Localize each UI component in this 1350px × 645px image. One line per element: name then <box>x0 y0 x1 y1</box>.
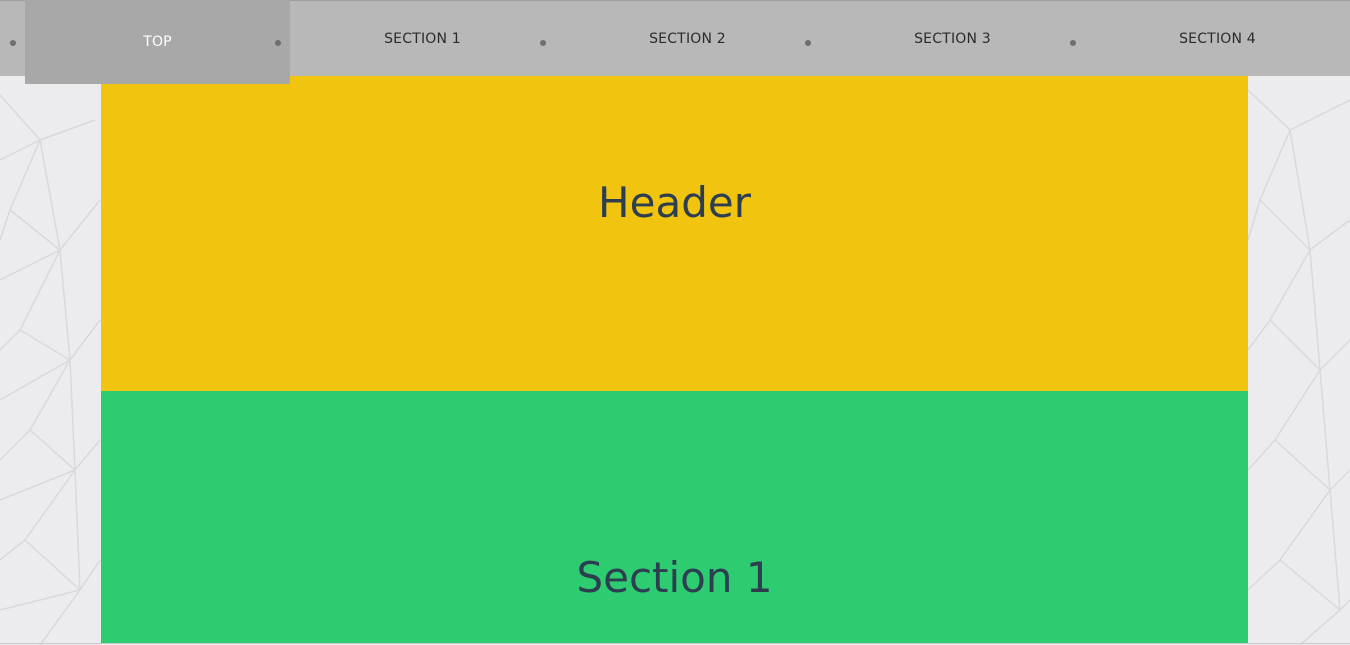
nav-item-top[interactable]: TOP <box>25 0 290 84</box>
nav-item-section-1[interactable]: SECTION 1 <box>290 1 555 77</box>
top-navigation-bar: TOP SECTION 1 SECTION 2 SECTION 3 SECTIO… <box>0 0 1350 84</box>
nav-dot-icon <box>540 40 546 46</box>
nav-item-section-2[interactable]: SECTION 2 <box>555 1 820 77</box>
nav-item-section-3[interactable]: SECTION 3 <box>820 1 1085 77</box>
nav-dot-icon <box>1070 40 1076 46</box>
nav-dot-icon <box>10 40 16 46</box>
bottom-divider <box>0 643 1350 644</box>
nav-dot-icon <box>275 40 281 46</box>
nav-item-label: TOP <box>143 34 172 50</box>
header-section: Header <box>101 76 1248 391</box>
section-1-title: Section 1 <box>576 553 773 602</box>
nav-item-label: SECTION 1 <box>384 31 461 47</box>
nav-item-section-4[interactable]: SECTION 4 <box>1085 1 1350 77</box>
header-title: Header <box>598 178 751 227</box>
nav-item-label: SECTION 2 <box>649 31 726 47</box>
section-1: Section 1 <box>101 391 1248 644</box>
nav-item-label: SECTION 4 <box>1179 31 1256 47</box>
nav-dot-icon <box>805 40 811 46</box>
nav-item-label: SECTION 3 <box>914 31 991 47</box>
